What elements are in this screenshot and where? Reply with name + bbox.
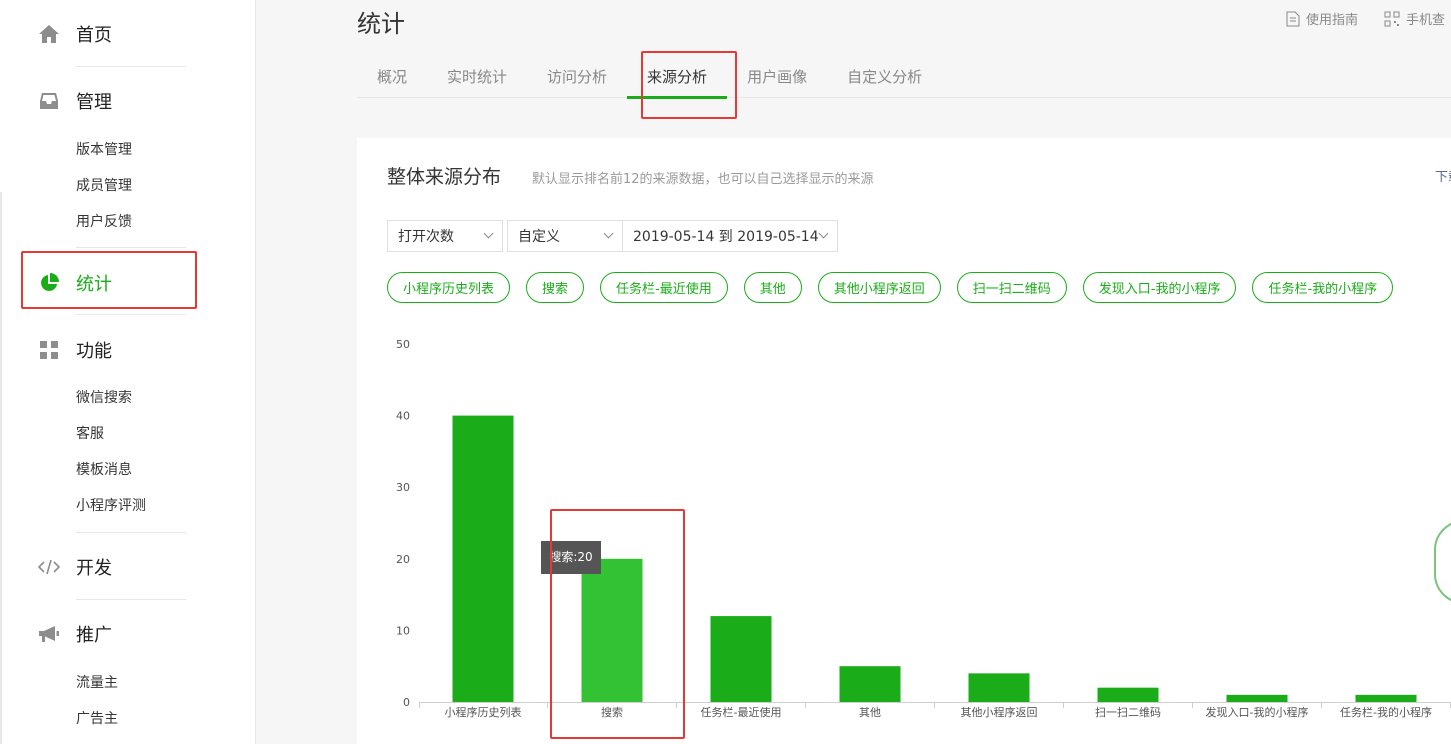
nav-promote-subitems: 流量主 广告主 <box>0 665 256 737</box>
sidebar-item-customer-service[interactable]: 客服 <box>0 416 256 452</box>
metric-select-value: 打开次数 <box>398 229 454 245</box>
card-hint: 默认显示排名前12的来源数据，也可以自己选择显示的来源 <box>532 172 874 187</box>
code-icon <box>38 556 60 578</box>
grid-icon <box>38 339 60 361</box>
source-chip-list: 小程序历史列表 搜索 任务栏-最近使用 其他 其他小程序返回 扫一扫二维码 发现… <box>387 272 1409 303</box>
nav-item-promote-label: 推广 <box>76 625 112 646</box>
sidebar-item-feedback[interactable]: 用户反馈 <box>0 204 256 240</box>
nav-item-develop-label: 开发 <box>76 558 112 579</box>
nav-manage-group: 管理 <box>0 81 256 121</box>
date-range-picker[interactable]: 2019-05-14 到 2019-05-14 <box>623 220 838 252</box>
date-range-value: 2019-05-14 到 2019-05-14 <box>633 229 819 245</box>
nav-develop-group: 开发 <box>0 547 256 587</box>
nav-item-promote[interactable]: 推广 <box>0 614 256 654</box>
source-chip[interactable]: 其他 <box>743 272 802 303</box>
divider <box>76 247 186 248</box>
tab-user-portrait[interactable]: 用户画像 <box>727 56 827 98</box>
sidebar-item-evaluation[interactable]: 小程序评测 <box>0 488 256 524</box>
metric-select[interactable]: 打开次数 <box>387 220 503 252</box>
nav-item-manage[interactable]: 管理 <box>0 81 256 121</box>
nav-item-manage-label: 管理 <box>76 92 112 113</box>
home-icon <box>38 23 60 45</box>
nav-promote-group: 推广 <box>0 614 256 654</box>
inbox-icon <box>38 90 60 112</box>
source-chip[interactable]: 搜索 <box>526 272 585 303</box>
guide-link-label: 使用指南 <box>1306 13 1359 28</box>
range-type-select[interactable]: 自定义 <box>507 220 623 252</box>
divider <box>76 314 186 315</box>
tab-custom-analysis[interactable]: 自定义分析 <box>827 56 942 98</box>
sidebar-item-wechat-search[interactable]: 微信搜索 <box>0 380 256 416</box>
tab-realtime[interactable]: 实时统计 <box>427 56 527 98</box>
sidebar-item-template-message[interactable]: 模板消息 <box>0 452 256 488</box>
sidebar-item-advertiser[interactable]: 广告主 <box>0 701 256 737</box>
range-type-value: 自定义 <box>518 229 560 245</box>
nav-home-group: 首页 <box>0 14 256 54</box>
card-title: 整体来源分布 <box>387 166 502 188</box>
tab-overview[interactable]: 概况 <box>357 56 427 98</box>
source-chip[interactable]: 扫一扫二维码 <box>956 272 1067 303</box>
nav-item-develop[interactable]: 开发 <box>0 547 256 587</box>
page-title: 统计 <box>357 10 405 38</box>
source-chip[interactable]: 小程序历史列表 <box>387 272 511 303</box>
sidebar-item-version[interactable]: 版本管理 <box>0 132 256 168</box>
chevron-down-icon <box>483 228 494 239</box>
source-chip[interactable]: 发现入口-我的小程序 <box>1082 272 1237 303</box>
tab-visit-analysis[interactable]: 访问分析 <box>527 56 627 98</box>
chevron-down-icon <box>818 228 829 239</box>
nav-manage-subitems: 版本管理 成员管理 用户反馈 <box>0 132 256 240</box>
filter-bar: 打开次数 自定义 2019-05-14 到 2019-05-14 <box>387 220 838 252</box>
nav-item-stats[interactable]: 统计 <box>0 263 256 303</box>
sidebar: 首页 管理 版本管理 成员管理 用户反馈 统计 功能 微信搜索 客服 模板消息 … <box>0 0 256 744</box>
tab-bar: 概况 实时统计 访问分析 来源分析 用户画像 自定义分析 <box>357 56 1451 99</box>
nav-item-stats-label: 统计 <box>76 274 112 295</box>
nav-item-features[interactable]: 功能 <box>0 330 256 370</box>
divider <box>76 66 186 67</box>
sidebar-item-members[interactable]: 成员管理 <box>0 168 256 204</box>
nav-item-features-label: 功能 <box>76 341 112 362</box>
divider <box>76 532 186 533</box>
source-distribution-card: 整体来源分布 默认显示排名前12的来源数据，也可以自己选择显示的来源 下载 打开… <box>357 138 1451 744</box>
mobile-preview-label: 手机查 <box>1406 13 1446 28</box>
source-chip[interactable]: 其他小程序返回 <box>817 272 941 303</box>
source-chip[interactable]: 任务栏-我的小程序 <box>1252 272 1394 303</box>
megaphone-icon <box>38 623 60 645</box>
nav-features-subitems: 微信搜索 客服 模板消息 小程序评测 <box>0 380 256 524</box>
pie-chart-icon <box>38 272 60 294</box>
divider <box>76 599 186 600</box>
mobile-preview-link[interactable]: 手机查 <box>1384 9 1445 28</box>
document-icon <box>1286 11 1300 27</box>
nav-item-home[interactable]: 首页 <box>0 14 256 54</box>
chevron-down-icon <box>603 228 614 239</box>
sidebar-item-traffic-owner[interactable]: 流量主 <box>0 665 256 701</box>
sidebar-edge <box>0 192 2 744</box>
source-chip[interactable]: 任务栏-最近使用 <box>600 272 728 303</box>
nav-features-group: 功能 <box>0 330 256 370</box>
guide-link[interactable]: 使用指南 <box>1286 9 1358 28</box>
tab-source-analysis[interactable]: 来源分析 <box>627 56 728 99</box>
download-link[interactable]: 下载 <box>1435 166 1451 185</box>
nav-item-home-label: 首页 <box>76 25 112 46</box>
qrcode-icon <box>1384 11 1400 27</box>
nav-stats-group: 统计 <box>0 263 256 303</box>
